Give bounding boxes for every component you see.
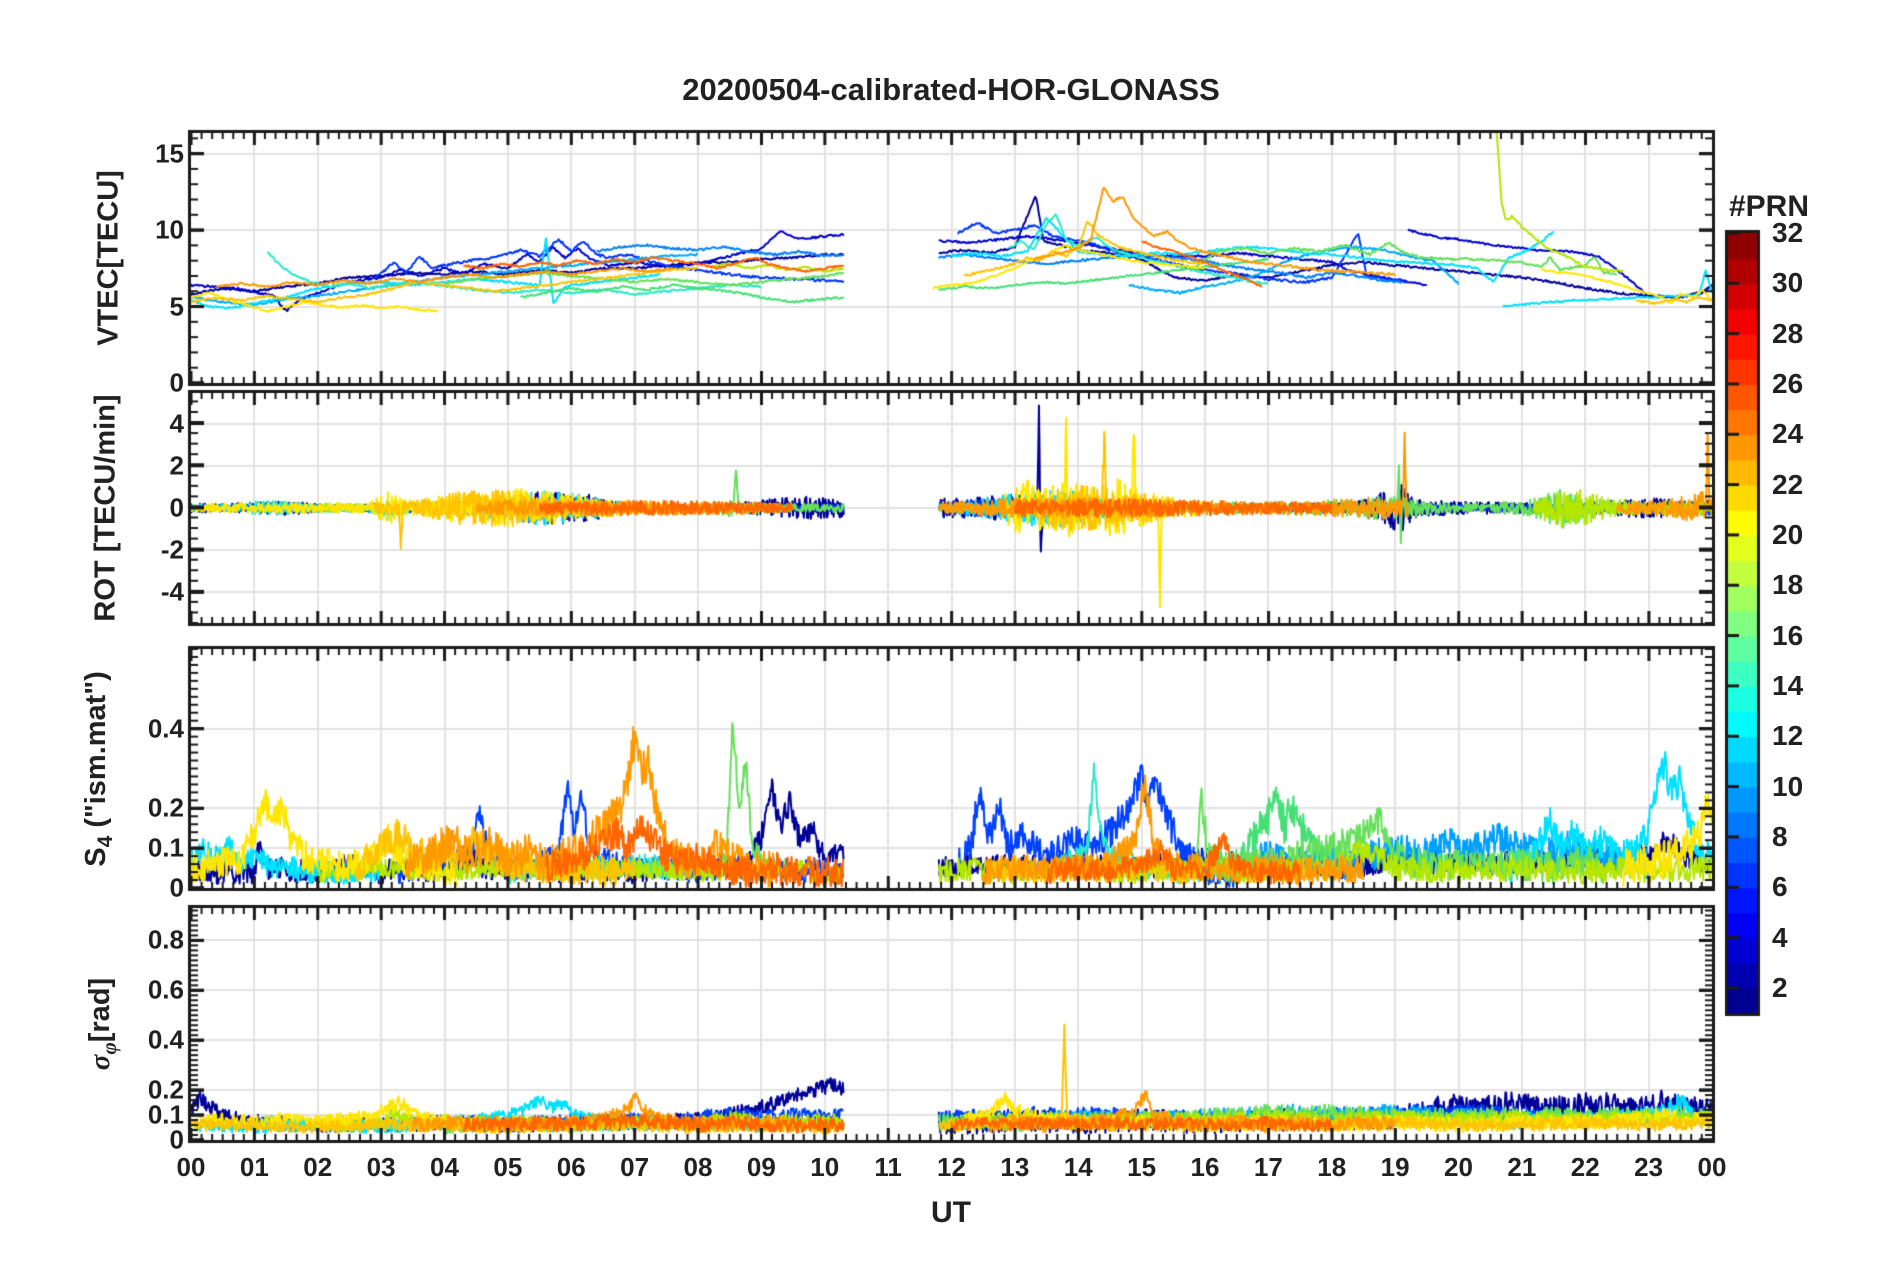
colorbar-tick-label: 4 [1772,921,1788,953]
colorbar-tick-label: 18 [1772,569,1804,601]
x-tick-label: 01 [239,1152,269,1182]
colorbar-tick-label: 22 [1772,468,1804,500]
rot-axis-label: ROT [TECU/min] [89,394,122,622]
x-tick-label: 11 [874,1152,902,1182]
x-axis-label: UT [931,1196,971,1229]
x-tick-label: 05 [493,1152,523,1182]
y-tick-label: 0 [169,872,184,903]
x-tick-label: 14 [1063,1152,1093,1182]
y-tick-label: 0.8 [147,924,184,955]
colorbar-tick-label: 30 [1772,267,1804,299]
x-tick-label: 08 [683,1152,713,1182]
x-tick-label: 21 [1507,1152,1537,1182]
colorbar-tick-label: 26 [1772,367,1804,399]
colorbar-tick-label: 20 [1772,518,1804,550]
x-tick-label: 04 [430,1152,459,1182]
y-tick-label: -2 [160,534,184,565]
y-tick-label: 0.2 [147,1074,184,1105]
colorbar-tick-label: 16 [1772,619,1804,651]
x-tick-label: 16 [1190,1152,1220,1182]
x-tick-label: 18 [1317,1152,1347,1182]
colorbar-tick-label: 2 [1772,971,1788,1003]
chart-canvas [0,0,1902,1272]
colorbar-tick-label: 12 [1772,720,1804,752]
s4-axis-label: S4 ("ism.mat") [80,671,117,867]
vtec-axis-label: VTEC[TECU] [92,170,125,346]
y-tick-label: 2 [169,450,184,481]
colorbar-tick-label: 28 [1772,317,1804,349]
colorbar-tick-label: 10 [1772,770,1804,802]
x-tick-label: 15 [1127,1152,1157,1182]
x-tick-label: 19 [1380,1152,1410,1182]
chart-title: 20200504-calibrated-HOR-GLONASS [682,72,1220,107]
y-tick-label: 0.4 [147,1024,184,1055]
x-tick-label: 23 [1634,1152,1664,1182]
figure: 20200504-calibrated-HOR-GLONASS VTEC[TEC… [0,0,1902,1272]
y-tick-label: 0.1 [147,832,184,863]
y-tick-label: 10 [155,214,184,245]
x-tick-label: 00 [1697,1152,1727,1182]
sigma-phi-axis-label: σφ[rad] [84,977,121,1071]
y-tick-label: 5 [169,291,184,322]
y-tick-label: 4 [169,408,184,439]
x-tick-label: 03 [366,1152,396,1182]
colorbar-tick-label: 8 [1772,820,1788,852]
y-tick-label: 0.2 [147,792,184,823]
y-tick-label: 0 [169,367,184,398]
y-tick-label: 0.4 [147,713,184,744]
colorbar-tick-label: 6 [1772,871,1788,903]
x-tick-label: 10 [810,1152,840,1182]
x-tick-label: 09 [746,1152,776,1182]
y-tick-label: 0.6 [147,974,184,1005]
colorbar-tick-label: 14 [1772,669,1804,701]
colorbar-tick-label: 24 [1772,418,1804,450]
colorbar-tick-label: 32 [1772,217,1804,248]
y-tick-label: 15 [155,138,184,169]
x-tick-label: 02 [303,1152,333,1182]
y-tick-label: -4 [160,576,184,607]
x-tick-label: 20 [1444,1152,1473,1182]
x-tick-label: 17 [1253,1152,1283,1182]
x-tick-label: 00 [176,1152,206,1182]
x-tick-label: 22 [1570,1152,1600,1182]
x-tick-label: 12 [937,1152,966,1182]
x-tick-label: 06 [556,1152,586,1182]
y-tick-label: 0 [169,492,184,523]
x-tick-label: 13 [1000,1152,1030,1182]
x-tick-label: 07 [620,1152,650,1182]
